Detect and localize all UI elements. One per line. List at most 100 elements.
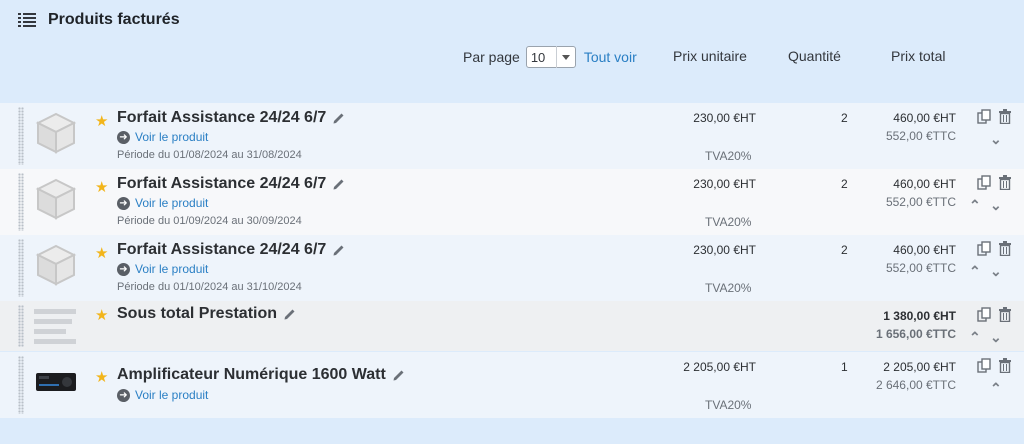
arrow-right-circle-icon: ➜ — [117, 388, 130, 402]
unit-price: 230,00 €HT — [693, 177, 756, 191]
quantity: 1 — [841, 360, 848, 374]
copy-icon[interactable] — [977, 307, 992, 322]
tva-rate: TVA20% — [705, 281, 752, 295]
panel-title: Produits facturés — [48, 11, 180, 28]
trash-icon[interactable] — [998, 109, 1012, 124]
view-product-label[interactable]: Voir le produit — [135, 130, 208, 144]
trash-icon[interactable] — [998, 175, 1012, 190]
pencil-icon[interactable] — [392, 368, 406, 382]
trash-icon[interactable] — [998, 241, 1012, 256]
copy-icon[interactable] — [977, 241, 992, 256]
row-title: Amplificateur Numérique 1600 Watt — [117, 366, 406, 384]
copy-icon[interactable] — [977, 175, 992, 190]
pencil-icon[interactable] — [332, 111, 346, 125]
product-name: Forfait Assistance 24/24 6/7 — [117, 175, 327, 192]
pencil-icon[interactable] — [283, 307, 297, 321]
tva-rate: TVA20% — [705, 149, 752, 163]
quantity: 2 — [841, 177, 848, 191]
per-page-value: 10 — [530, 49, 546, 65]
table-row: ★ Forfait Assistance 24/24 6/7 ➜ Voir le… — [0, 169, 1024, 235]
tva-rate: TVA20% — [705, 398, 752, 412]
drag-handle[interactable] — [18, 173, 24, 231]
unit-price: 230,00 €HT — [693, 111, 756, 125]
star-icon[interactable]: ★ — [95, 112, 108, 130]
star-icon[interactable]: ★ — [95, 306, 108, 324]
product-box-icon — [35, 244, 77, 286]
subtotal-row: ★ Sous total Prestation 1 380,00 €HT 1 6… — [0, 301, 1024, 351]
column-header-unit-price: Prix unitaire — [673, 48, 747, 64]
tva-rate: TVA20% — [705, 215, 752, 229]
trash-icon[interactable] — [998, 358, 1012, 373]
star-icon[interactable]: ★ — [95, 178, 108, 196]
table-row: ★ Forfait Assistance 24/24 6/7 ➜ Voir le… — [0, 235, 1024, 301]
chevron-up-icon[interactable]: ⌃ — [969, 329, 981, 346]
total-ht: 460,00 €HT — [893, 111, 956, 125]
subtotal-name: Sous total Prestation — [117, 305, 278, 322]
period-text: Période du 01/08/2024 au 31/08/2024 — [117, 149, 302, 161]
row-title: Forfait Assistance 24/24 6/7 — [117, 109, 346, 127]
drag-handle[interactable] — [18, 305, 24, 347]
pencil-icon[interactable] — [332, 177, 346, 191]
arrow-right-circle-icon: ➜ — [117, 262, 130, 276]
product-name: Forfait Assistance 24/24 6/7 — [117, 241, 327, 258]
view-product-label[interactable]: Voir le produit — [135, 196, 208, 210]
product-name: Forfait Assistance 24/24 6/7 — [117, 109, 327, 126]
row-actions — [977, 109, 1012, 124]
product-name: Amplificateur Numérique 1600 Watt — [117, 366, 386, 383]
chevron-down-icon[interactable]: ⌄ — [990, 263, 1002, 280]
total-ttc: 552,00 €TTC — [885, 261, 956, 275]
product-box-icon — [35, 112, 77, 154]
view-product-link[interactable]: ➜ Voir le produit — [117, 130, 208, 144]
total-ttc: 552,00 €TTC — [885, 129, 956, 143]
row-actions — [977, 358, 1012, 373]
star-icon[interactable]: ★ — [95, 368, 108, 386]
chevron-down-icon[interactable]: ⌄ — [990, 131, 1002, 148]
lines-icon — [34, 309, 76, 344]
drag-handle[interactable] — [18, 239, 24, 297]
copy-icon[interactable] — [977, 109, 992, 124]
view-product-link[interactable]: ➜ Voir le produit — [117, 262, 208, 276]
chevron-down-icon[interactable]: ⌄ — [990, 197, 1002, 214]
total-ttc: 2 646,00 €TTC — [875, 378, 956, 392]
quantity: 2 — [841, 243, 848, 257]
table-row: ★ Forfait Assistance 24/24 6/7 ➜ Voir le… — [0, 103, 1024, 169]
pencil-icon[interactable] — [332, 243, 346, 257]
row-actions — [977, 175, 1012, 190]
show-all-link[interactable]: Tout voir — [584, 49, 637, 65]
view-product-label[interactable]: Voir le produit — [135, 388, 208, 402]
total-ht: 1 380,00 €HT — [883, 309, 956, 323]
drag-handle[interactable] — [18, 107, 24, 165]
chevron-down-icon[interactable] — [556, 46, 574, 68]
total-ttc: 552,00 €TTC — [885, 195, 956, 209]
column-header-quantity: Quantité — [788, 48, 841, 64]
row-title: Forfait Assistance 24/24 6/7 — [117, 241, 346, 259]
per-page-label: Par page — [463, 49, 520, 65]
chevron-up-icon[interactable]: ⌃ — [969, 197, 981, 214]
view-product-link[interactable]: ➜ Voir le produit — [117, 196, 208, 210]
chevron-down-icon[interactable]: ⌄ — [990, 329, 1002, 346]
product-box-icon — [35, 178, 77, 220]
row-title: Sous total Prestation — [117, 305, 297, 323]
view-product-link[interactable]: ➜ Voir le produit — [117, 388, 208, 402]
per-page-select[interactable]: 10 — [525, 46, 576, 68]
drag-handle[interactable] — [18, 356, 24, 414]
row-title: Forfait Assistance 24/24 6/7 — [117, 175, 346, 193]
copy-icon[interactable] — [977, 358, 992, 373]
column-header-total-price: Prix total — [891, 48, 946, 64]
chevron-up-icon[interactable]: ⌃ — [969, 263, 981, 280]
total-ht: 2 205,00 €HT — [883, 360, 956, 374]
arrow-right-circle-icon: ➜ — [117, 130, 130, 144]
row-actions — [977, 307, 1012, 322]
trash-icon[interactable] — [998, 307, 1012, 322]
chevron-up-icon[interactable]: ⌃ — [990, 380, 1002, 397]
list-icon — [18, 13, 36, 27]
total-ht: 460,00 €HT — [893, 177, 956, 191]
unit-price: 2 205,00 €HT — [683, 360, 756, 374]
arrow-right-circle-icon: ➜ — [117, 196, 130, 210]
view-product-label[interactable]: Voir le produit — [135, 262, 208, 276]
star-icon[interactable]: ★ — [95, 244, 108, 262]
table-row: ★ Amplificateur Numérique 1600 Watt ➜ Vo… — [0, 352, 1024, 418]
panel-footer — [0, 418, 1024, 444]
products-panel: Produits facturés Par page 10 Tout voir … — [0, 0, 1024, 444]
unit-price: 230,00 €HT — [693, 243, 756, 257]
